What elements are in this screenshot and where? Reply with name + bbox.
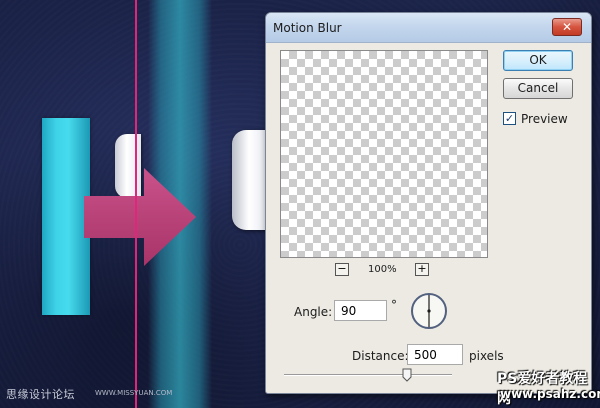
angle-input[interactable] (334, 300, 387, 321)
cancel-button[interactable]: Cancel (503, 78, 573, 99)
slider-thumb-icon[interactable] (402, 368, 412, 382)
zoom-in-button[interactable]: + (415, 263, 429, 276)
motion-blur-dialog: Motion Blur ✕ − 100% + OK Cancel ✓ Previ… (265, 12, 592, 394)
white-knob-shape-right (232, 130, 266, 230)
distance-slider-track[interactable] (284, 374, 452, 376)
angle-label: Angle: (294, 305, 333, 319)
zoom-level: 100% (368, 264, 397, 275)
title-bar: Motion Blur ✕ (266, 13, 591, 43)
filter-preview[interactable] (280, 50, 488, 258)
degree-symbol: ° (391, 298, 397, 312)
zoom-out-button[interactable]: − (335, 263, 349, 276)
cyan-bar-shape (42, 118, 90, 315)
close-icon: ✕ (561, 20, 573, 34)
distance-unit-label: pixels (469, 349, 504, 363)
watermark-right-url: www.psahz.com (500, 387, 600, 401)
close-button[interactable]: ✕ (552, 18, 582, 36)
preview-label: Preview (521, 112, 568, 126)
ok-button[interactable]: OK (503, 50, 573, 71)
preview-checkbox[interactable]: ✓ (503, 112, 516, 125)
watermark-url: WWW.MISSYUAN.COM (95, 389, 173, 397)
distance-input[interactable] (407, 344, 463, 365)
arrow-right-icon (84, 168, 196, 266)
guide-line (135, 0, 137, 408)
dialog-title: Motion Blur (273, 21, 342, 35)
angle-dial-icon[interactable] (410, 292, 448, 330)
watermark-left: 思缘设计论坛 (6, 388, 75, 401)
distance-label: Distance: (352, 349, 409, 363)
